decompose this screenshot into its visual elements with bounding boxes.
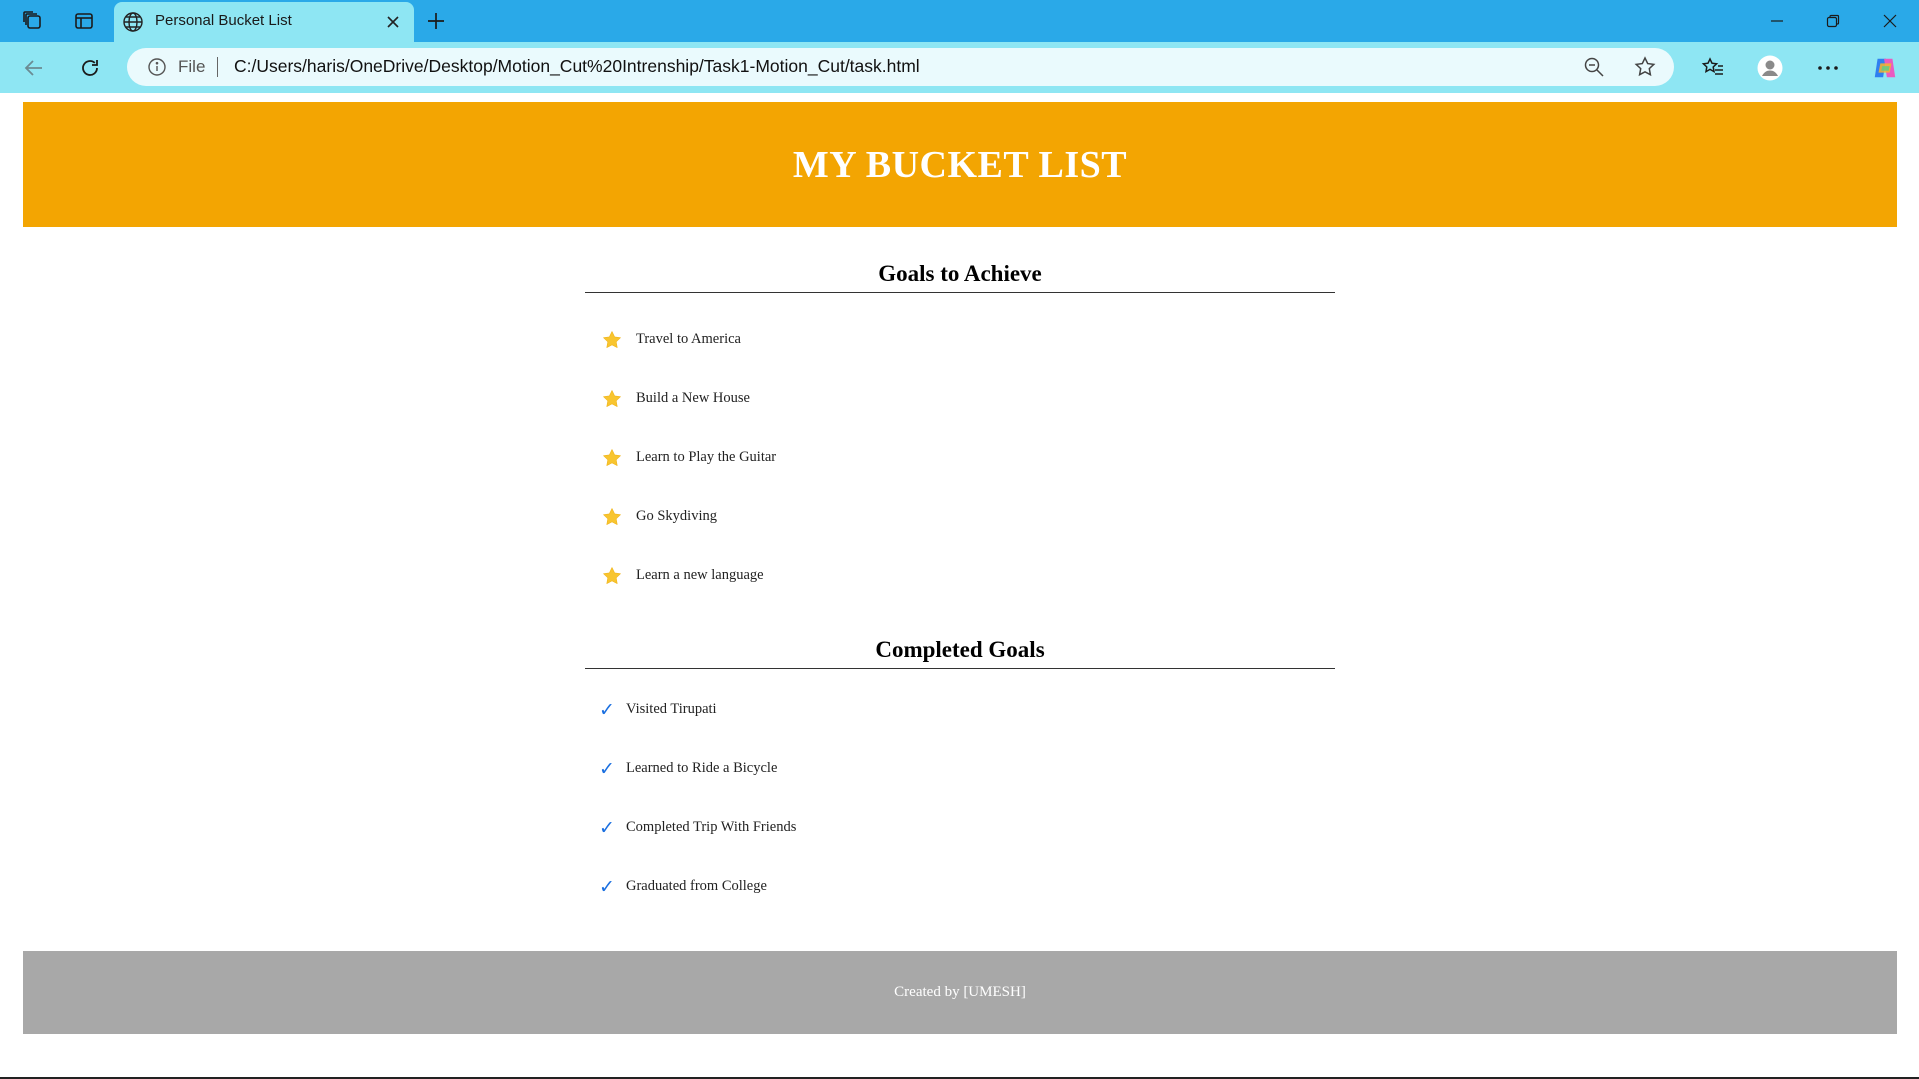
goal-label: Learn a new language <box>636 567 764 583</box>
goal-label: Go Skydiving <box>636 508 717 524</box>
refresh-button[interactable] <box>72 50 108 86</box>
list-item: Learn to Play the Guitar <box>585 428 1335 487</box>
tab-title: Personal Bucket List <box>155 12 292 29</box>
page-footer: Created by [UMESH] <box>23 951 1897 1034</box>
workspaces-icon[interactable] <box>16 5 50 37</box>
address-bar[interactable]: File C:/Users/haris/OneDrive/Desktop/Mot… <box>127 48 1674 86</box>
goals-heading: Goals to Achieve <box>585 256 1335 293</box>
checkmark-icon: ✓ <box>599 875 615 898</box>
list-item: ✓ Completed Trip With Friends <box>585 798 1335 857</box>
favorite-star-icon[interactable] <box>1633 55 1657 79</box>
tab-actions-icon[interactable] <box>67 5 101 37</box>
list-item: ✓ Visited Tirupati <box>585 680 1335 739</box>
globe-icon <box>122 11 144 33</box>
completed-heading: Completed Goals <box>585 632 1335 669</box>
footer-credit: Created by [UMESH] <box>894 984 1026 1000</box>
restore-button[interactable] <box>1810 6 1856 36</box>
goal-label: Build a New House <box>636 390 750 406</box>
back-button[interactable] <box>16 50 52 86</box>
page-title: MY BUCKET LIST <box>792 143 1128 186</box>
star-icon <box>603 389 621 407</box>
more-options-icon[interactable] <box>1815 55 1841 81</box>
copilot-icon[interactable] <box>1872 55 1898 81</box>
favorites-icon[interactable] <box>1700 55 1726 81</box>
browser-toolbar: File C:/Users/haris/OneDrive/Desktop/Mot… <box>0 42 1919 93</box>
goals-section: Goals to Achieve Travel to America Build… <box>585 256 1335 605</box>
list-item: Learn a new language <box>585 546 1335 605</box>
info-icon[interactable] <box>147 57 167 77</box>
address-separator <box>217 57 218 77</box>
close-window-button[interactable] <box>1867 6 1913 36</box>
completed-label: Graduated from College <box>626 878 767 894</box>
list-item: Travel to America <box>585 310 1335 369</box>
checkmark-icon: ✓ <box>599 816 615 839</box>
checkmark-icon: ✓ <box>599 757 615 780</box>
list-item: ✓ Learned to Ride a Bicycle <box>585 739 1335 798</box>
list-item: ✓ Graduated from College <box>585 857 1335 916</box>
star-icon <box>603 507 621 525</box>
page-header: MY BUCKET LIST <box>23 102 1897 227</box>
close-tab-icon[interactable] <box>382 11 404 33</box>
list-item: Build a New House <box>585 369 1335 428</box>
completed-label: Completed Trip With Friends <box>626 819 797 835</box>
completed-label: Learned to Ride a Bicycle <box>626 760 778 776</box>
completed-list: ✓ Visited Tirupati ✓ Learned to Ride a B… <box>585 680 1335 916</box>
zoom-out-icon[interactable] <box>1583 56 1605 78</box>
checkmark-icon: ✓ <box>599 698 615 721</box>
tab-personal-bucket-list[interactable]: Personal Bucket List <box>114 2 414 42</box>
goal-label: Travel to America <box>636 331 741 347</box>
completed-label: Visited Tirupati <box>626 701 717 717</box>
goals-list: Travel to America Build a New House Lear… <box>585 310 1335 605</box>
profile-avatar-icon[interactable] <box>1757 55 1783 81</box>
star-icon <box>603 448 621 466</box>
star-icon <box>603 330 621 348</box>
url-text[interactable]: C:/Users/haris/OneDrive/Desktop/Motion_C… <box>234 56 920 77</box>
browser-tab-bar: Personal Bucket List <box>0 0 1919 42</box>
completed-section: Completed Goals ✓ Visited Tirupati ✓ Lea… <box>585 632 1335 916</box>
star-icon <box>603 566 621 584</box>
minimize-button[interactable] <box>1754 6 1800 36</box>
address-scheme: File <box>178 57 206 76</box>
goal-label: Learn to Play the Guitar <box>636 449 777 465</box>
list-item: Go Skydiving <box>585 487 1335 546</box>
new-tab-button[interactable] <box>422 7 450 35</box>
